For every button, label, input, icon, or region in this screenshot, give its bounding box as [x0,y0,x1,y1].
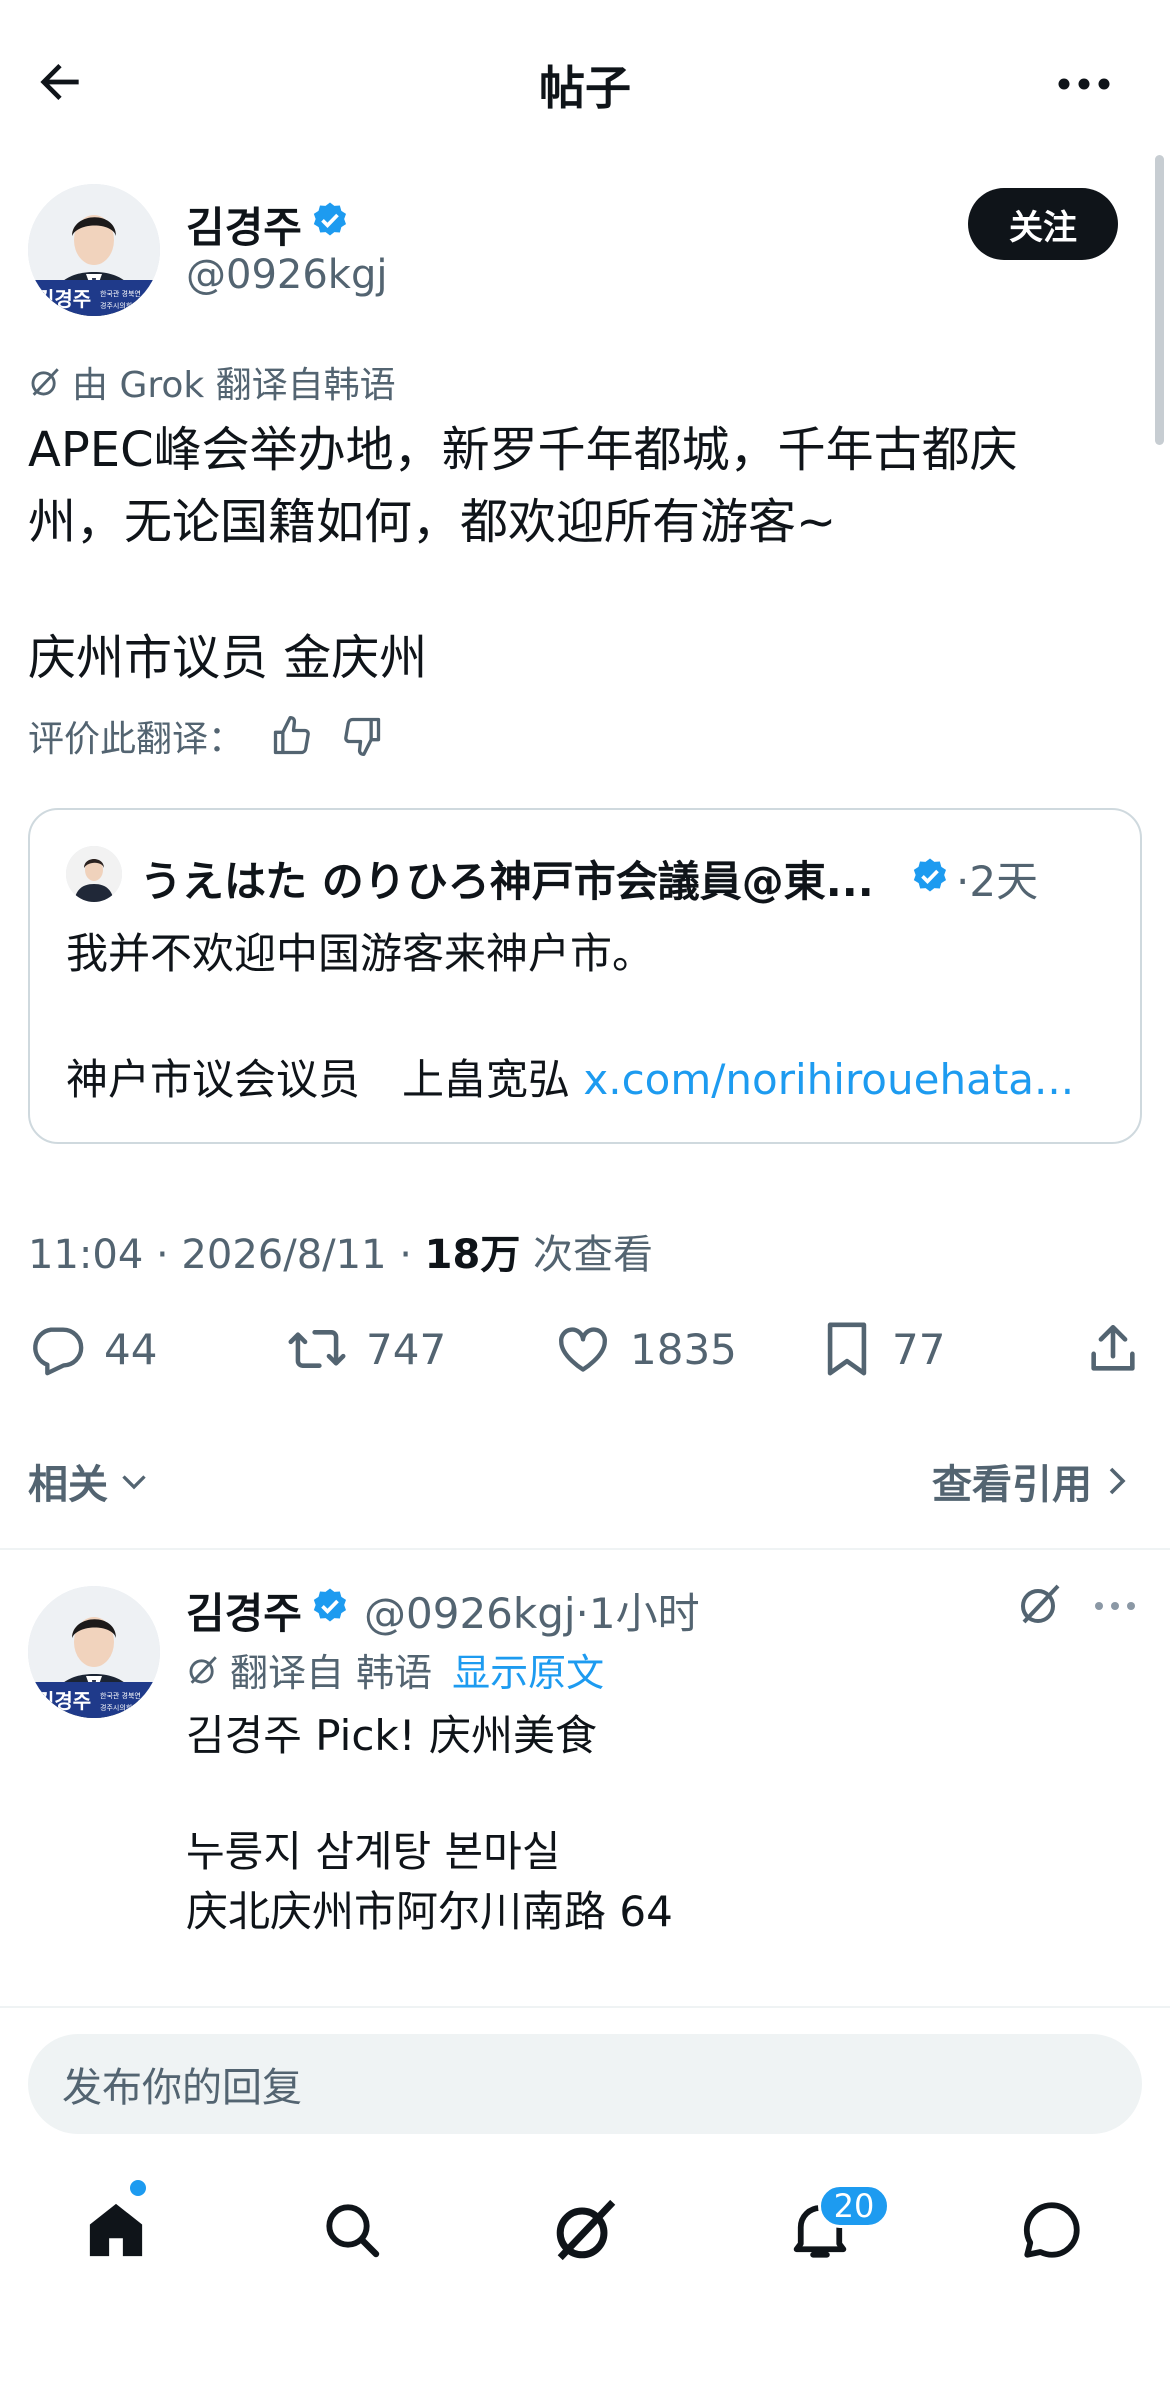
translation-notice: 由 Grok 翻译自韩语 [28,356,396,408]
avatar-caption: 김경주 [36,1689,91,1713]
post-text: APEC峰会举办地，新罗千年都城，千年古都庆 州，无论国籍如何，都欢迎所有游客~… [28,414,1138,694]
tab-home[interactable] [76,2190,156,2270]
verified-icon [913,858,946,892]
reply-more-button[interactable] [1090,1586,1140,1626]
more-horizontal-icon [1058,78,1110,90]
grok-button[interactable] [1012,1576,1068,1632]
notifications-badge: 20 [818,2184,890,2228]
show-original-link[interactable]: 显示原文 [452,1642,604,1697]
home-icon [89,2203,143,2257]
like-count: 1835 [630,1324,737,1374]
tab-messages[interactable] [1012,2190,1092,2270]
svg-text:한국관 경북연: 한국관 경북연 [100,1691,141,1700]
heart-icon [559,1327,607,1372]
post-timestamp: 11:04 · 2026/8/11 · [28,1232,425,1278]
verified-icon [313,202,346,236]
more-horizontal-icon [1095,1602,1135,1610]
thumbs-up-icon[interactable] [270,714,314,758]
post-text-line: 州，无论国籍如何，都欢迎所有游客~ [28,494,837,550]
quote-signature-text: 神户市议会议员 上畠宽弘 [66,1055,584,1104]
reply-text-line: 누룽지 삼계탕 본마실 [186,1827,561,1876]
post-text-line: 庆州市议员 金庆州 [28,630,428,686]
tab-grok[interactable] [545,2190,625,2270]
reply-translated-from: 翻译自 韩语 [230,1651,433,1695]
verified-badge [310,1586,350,1626]
bookmark-button[interactable]: 77 [820,1320,945,1378]
grok-icon [1021,1584,1060,1624]
thumbs-down-icon[interactable] [340,714,384,758]
more-button[interactable] [1050,54,1118,114]
author-name[interactable]: 김경주 [186,194,302,255]
svg-text:한국관 경북연: 한국관 경북연 [100,289,141,298]
quote-avatar [66,846,122,902]
follow-button[interactable]: 关注 [968,188,1118,260]
repost-icon [288,1330,346,1368]
share-icon [1091,1324,1135,1371]
messages-icon [1023,2202,1080,2258]
related-label: 相关 [28,1462,108,1508]
post-text-line: APEC峰会举办地，新罗千年都城，千年古都庆 [28,422,1018,478]
bookmark-icon [827,1322,867,1376]
verified-badge [910,856,950,896]
divider [0,2006,1170,2008]
quote-signature: 神户市议会议员 上畠宽弘 x.com/norihirouehata... [66,1046,1074,1107]
quote-author-name: うえはた のりひろ神戸市会議員@東... [140,857,874,906]
quote-link[interactable]: x.com/norihirouehata... [583,1055,1074,1104]
verified-icon [313,1588,346,1622]
quote-time: ·2天 [956,857,1039,906]
chevron-right-icon [1109,1467,1126,1495]
rate-translation: 评价此翻译： [28,710,384,762]
reply-text-line [186,1766,673,1822]
grok-icon [186,1653,220,1687]
repost-button[interactable]: 747 [286,1320,446,1378]
repost-count: 747 [366,1324,447,1374]
scrollbar[interactable] [1155,155,1164,445]
post-meta: 11:04 · 2026/8/11 · 18万 次查看 [28,1222,653,1280]
chevron-down-icon [122,1475,146,1490]
verified-badge [310,200,350,240]
reply-text-line: 庆北庆州市阿尔川南路 64 [186,1887,673,1936]
reply-count: 44 [104,1324,158,1374]
divider [0,1548,1170,1550]
svg-text:경주시의회: 경주시의회 [100,1703,132,1712]
grok-icon [556,2199,616,2261]
reply-handle-time: @0926kgj·1小时 [364,1589,700,1638]
reply-translation-notice: 翻译自 韩语 显示原文 [186,1642,604,1697]
views-count: 18万 [424,1232,521,1278]
view-quotes-link[interactable]: 查看引用 [932,1452,1132,1510]
views-label: 次查看 [520,1232,654,1278]
like-button[interactable]: 1835 [554,1320,737,1378]
home-unread-dot [130,2180,146,2196]
bookmark-count: 77 [892,1324,946,1374]
search-icon [326,2204,380,2258]
reply-text-line: 김경주 Pick! 庆州美食 [186,1711,597,1760]
share-button[interactable] [1084,1320,1142,1378]
reply-avatar[interactable]: 김경주 한국관 경북연 경주시의회 [28,1586,160,1718]
rate-translation-label: 评价此翻译： [28,719,245,760]
svg-text:경주시의회: 경주시의회 [100,301,132,310]
reply-composer[interactable]: 发布你的回复 [28,2034,1142,2134]
reply-text: 김경주 Pick! 庆州美食 누룽지 삼계탕 본마실 庆北庆州市阿尔川南路 64 [186,1706,673,1942]
reply-button[interactable]: 44 [28,1320,157,1378]
related-dropdown[interactable]: 相关 [28,1452,152,1510]
translation-notice-text: 由 Grok 翻译自韩语 [72,365,396,406]
tab-search[interactable] [312,2190,392,2270]
view-quotes-label: 查看引用 [932,1462,1092,1508]
avatar[interactable]: 김경주 한국관 경북연 경주시의회 [28,184,160,316]
engagement-bar: 44 747 1835 77 [28,1320,1142,1390]
reply-icon [33,1327,84,1376]
quote-text: 我并不欢迎中国游客来神户市。 [66,929,655,978]
post-text-line [28,558,1138,622]
avatar-caption: 김경주 [36,287,91,311]
author-handle[interactable]: @0926kgj [186,252,387,298]
grok-icon [28,365,62,399]
page-title: 帖子 [539,61,631,115]
reply-author-name[interactable]: 김경주 [186,1580,302,1641]
